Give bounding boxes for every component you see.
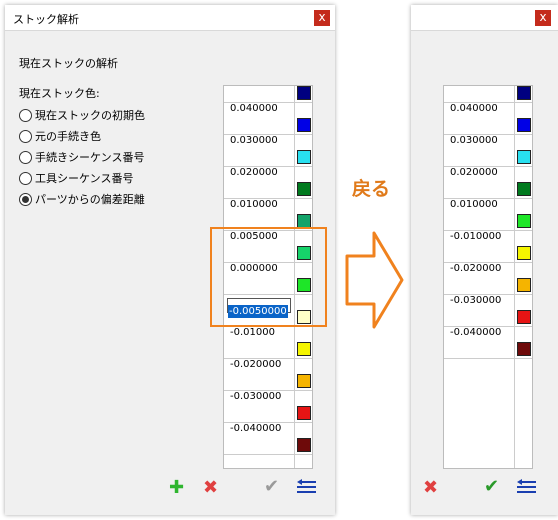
table-row[interactable]: 0.020000 [224, 150, 312, 182]
value-cell[interactable]: 0.020000 [450, 167, 498, 178]
right-arrow-icon [345, 231, 404, 329]
color-swatch[interactable] [517, 278, 531, 292]
table-row[interactable]: 0.010000 [444, 182, 532, 214]
value-cell[interactable]: 0.040000 [450, 103, 498, 114]
restore-list-icon[interactable] [515, 479, 537, 497]
table-row[interactable]: -0.040000 [224, 406, 312, 438]
radio-tool-sequence[interactable]: 工具シーケンス番号 [19, 170, 133, 186]
value-cell[interactable]: -0.030000 [450, 295, 501, 306]
table-row[interactable]: -0.040000 [444, 310, 532, 342]
value-cell[interactable]: 0.040000 [230, 103, 278, 114]
value-cell[interactable]: -0.020000 [230, 359, 281, 370]
color-swatch[interactable] [517, 118, 531, 132]
value-cell[interactable]: -0.010000 [450, 231, 501, 242]
color-swatch[interactable] [297, 374, 311, 388]
value-cell[interactable]: 0.030000 [230, 135, 278, 146]
value-cell[interactable]: 0.010000 [230, 199, 278, 210]
color-swatch[interactable] [297, 438, 311, 452]
color-swatch[interactable] [297, 150, 311, 164]
color-swatch[interactable] [517, 182, 531, 196]
color-scale-table[interactable]: 0.040000 0.030000 0.020000 0.010000 -0.0… [443, 85, 533, 469]
radio-button-selected[interactable] [19, 192, 32, 206]
radio-deviation-distance[interactable]: パーツからの偏差距離 [19, 191, 145, 207]
color-swatch[interactable] [517, 246, 531, 260]
value-cell[interactable]: -0.01000 [230, 327, 275, 338]
radio-button[interactable] [19, 108, 32, 122]
value-cell[interactable]: 0.010000 [450, 199, 498, 210]
title-bar: ストック解析 x [5, 5, 335, 31]
table-row[interactable]: -0.020000 [224, 342, 312, 374]
value-cell[interactable]: -0.020000 [450, 263, 501, 274]
cross-icon[interactable]: ✖ [203, 479, 218, 497]
table-row[interactable] [224, 438, 312, 468]
color-swatch[interactable] [517, 310, 531, 324]
table-row[interactable]: -0.010000 [444, 214, 532, 246]
table-row[interactable]: 0.040000 [224, 86, 312, 118]
color-swatch[interactable] [297, 342, 311, 356]
stock-analysis-window-after: x 0.040000 0.030000 0.020000 0.010000 -0… [411, 5, 558, 515]
table-row[interactable] [444, 342, 532, 374]
restore-list-icon[interactable] [295, 479, 317, 497]
color-swatch[interactable] [297, 406, 311, 420]
window-title: ストック解析 [13, 13, 79, 26]
close-button[interactable]: x [535, 10, 551, 26]
close-button[interactable]: x [314, 10, 330, 26]
color-swatch[interactable] [517, 150, 531, 164]
value-cell[interactable]: 0.020000 [230, 167, 278, 178]
table-row[interactable]: 0.020000 [444, 150, 532, 182]
radio-procedure-sequence[interactable]: 手続きシーケンス番号 [19, 149, 144, 165]
stock-color-label: 現在ストック色: [19, 87, 100, 100]
radio-button[interactable] [19, 150, 32, 164]
color-swatch[interactable] [297, 118, 311, 132]
value-cell[interactable]: 0.030000 [450, 135, 498, 146]
color-swatch[interactable] [297, 182, 311, 196]
color-swatch[interactable] [517, 342, 531, 356]
radio-button[interactable] [19, 129, 32, 143]
value-cell[interactable]: -0.040000 [450, 327, 501, 338]
color-swatch[interactable] [517, 214, 531, 228]
plus-icon[interactable]: ✚ [169, 479, 184, 497]
table-row[interactable]: -0.020000 [444, 246, 532, 278]
color-swatch[interactable] [297, 214, 311, 228]
cross-icon[interactable]: ✖ [423, 479, 438, 497]
table-row[interactable]: 0.010000 [224, 182, 312, 214]
value-cell[interactable]: -0.040000 [230, 423, 281, 434]
check-icon[interactable]: ✔ [484, 478, 499, 496]
edit-highlight-frame [210, 227, 327, 327]
table-row[interactable]: -0.030000 [224, 374, 312, 406]
section-title: 現在ストックの解析 [19, 57, 118, 70]
title-bar: x [411, 5, 558, 31]
check-icon[interactable]: ✔ [264, 478, 279, 496]
radio-button[interactable] [19, 171, 32, 185]
value-cell[interactable]: -0.030000 [230, 391, 281, 402]
table-row[interactable]: 0.040000 [444, 86, 532, 118]
color-swatch[interactable] [297, 86, 311, 100]
table-row[interactable]: 0.030000 [224, 118, 312, 150]
radio-initial-color[interactable]: 現在ストックの初期色 [19, 107, 145, 123]
table-row[interactable]: 0.030000 [444, 118, 532, 150]
back-label: 戻る [352, 178, 391, 200]
table-row[interactable]: -0.030000 [444, 278, 532, 310]
radio-original-procedure-color[interactable]: 元の手続き色 [19, 128, 101, 144]
color-swatch[interactable] [517, 86, 531, 100]
